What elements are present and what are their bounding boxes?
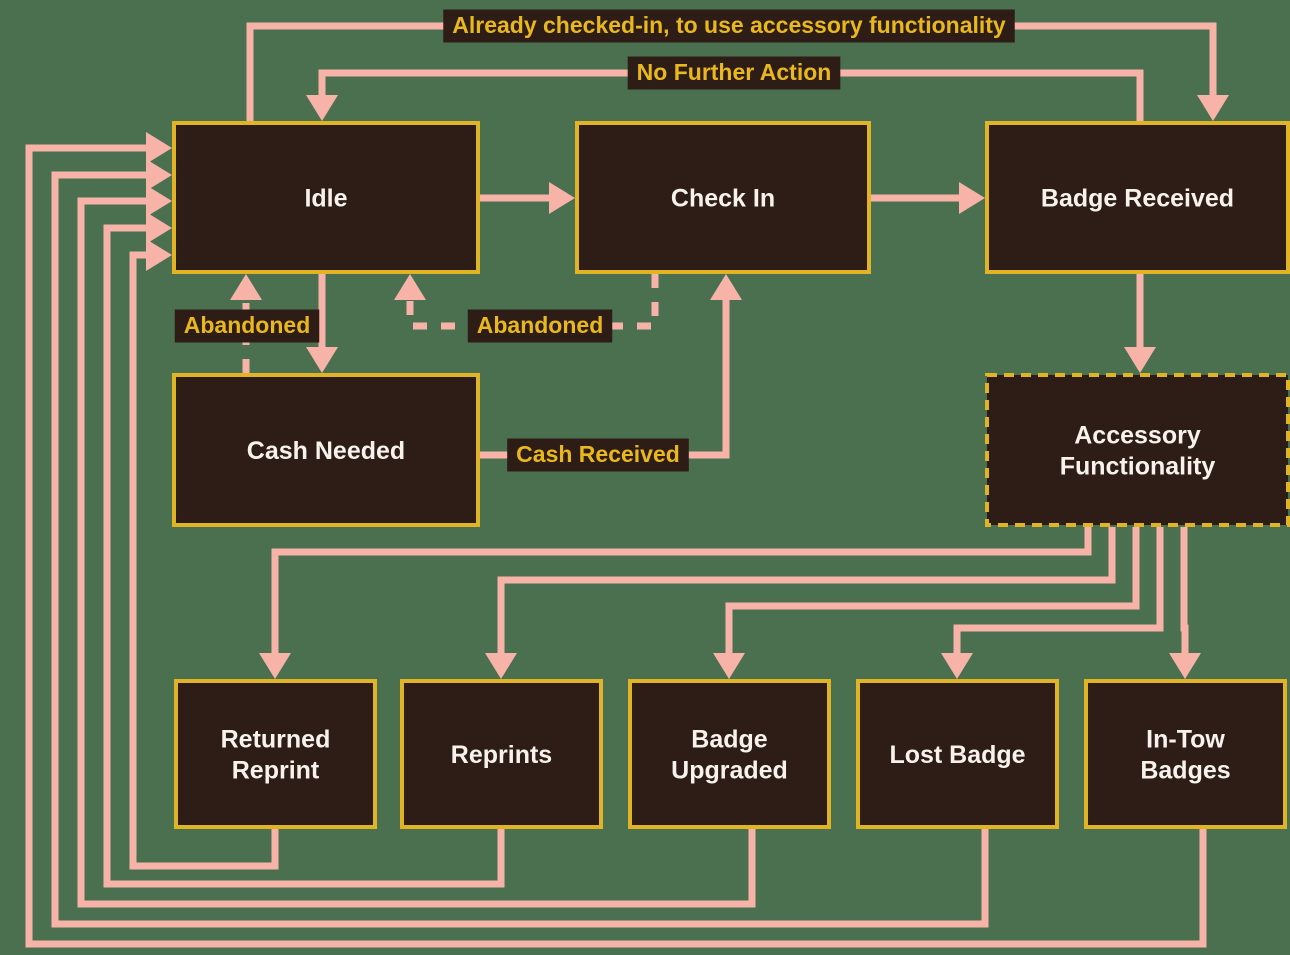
state-node-box-upgraded	[628, 679, 831, 829]
arrowhead-accessory-to-reprints	[485, 653, 517, 679]
state-node-accessory[interactable]: Accessory Functionality	[985, 373, 1290, 527]
edge-label-cash-received: Cash Received	[507, 438, 689, 472]
state-node-lost[interactable]: Lost Badge	[856, 679, 1059, 829]
state-node-upgraded[interactable]: Badge Upgraded	[628, 679, 831, 829]
edge-accessory-to-lost	[953, 527, 1164, 653]
arrowhead-idle-to-cash	[306, 347, 338, 373]
state-node-badge[interactable]: Badge Received	[985, 121, 1290, 274]
state-node-intow[interactable]: In-Tow Badges	[1084, 679, 1287, 829]
edge-label-already-checked-in: Already checked-in, to use accessory fun…	[443, 9, 1015, 43]
state-node-label-reprints: Reprints	[451, 741, 552, 769]
state-node-label-returned: Reprint	[232, 757, 320, 785]
arrowhead-badge-to-idle	[306, 95, 338, 121]
arrowhead-upgraded-to-idle	[146, 185, 172, 217]
state-node-returned[interactable]: Returned Reprint	[174, 679, 377, 829]
state-node-label-upgraded: Badge	[691, 726, 768, 754]
arrowhead-returned-to-idle	[146, 239, 172, 271]
state-node-idle[interactable]: Idle	[172, 121, 480, 274]
arrowhead-checkin-to-badge	[959, 182, 985, 214]
arrowhead-cash-to-idle	[230, 274, 262, 300]
state-node-cash[interactable]: Cash Needed	[172, 373, 480, 527]
edge-accessory-to-returned	[271, 527, 1092, 653]
arrowhead-accessory-to-returned	[259, 653, 291, 679]
arrowhead-accessory-to-lost	[941, 653, 973, 679]
arrowhead-reprints-to-idle	[146, 212, 172, 244]
arrowhead-checkin-to-idle	[394, 274, 426, 300]
state-node-label-upgraded: Upgraded	[671, 757, 788, 785]
state-node-label-idle: Idle	[304, 185, 347, 213]
state-diagram-canvas: Idle Check In Badge Received Cash Needed Acc…	[0, 0, 1290, 955]
nodes-layer: Idle Check In Badge Received Cash Needed Acc…	[172, 121, 1290, 829]
arrowhead-idle-to-badge	[1197, 95, 1229, 121]
edge-label-text-cash-received: Cash Received	[516, 441, 680, 467]
state-node-box-returned	[174, 679, 377, 829]
state-node-label-accessory: Functionality	[1060, 453, 1216, 481]
state-node-label-lost: Lost Badge	[889, 741, 1025, 769]
state-diagram: Idle Check In Badge Received Cash Needed Acc…	[25, 9, 1290, 948]
edge-accessory-to-upgraded	[725, 527, 1140, 653]
edge-label-abandoned-cash: Abandoned	[174, 309, 320, 343]
state-node-label-badge: Badge Received	[1041, 185, 1234, 213]
edge-label-text-abandoned-checkin: Abandoned	[477, 312, 604, 338]
arrowhead-badge-to-accessory	[1124, 347, 1156, 373]
state-node-label-intow: In-Tow	[1146, 726, 1225, 754]
edge-label-abandoned-checkin: Abandoned	[467, 309, 613, 343]
state-node-reprints[interactable]: Reprints	[400, 679, 603, 829]
arrowhead-lost-to-idle	[146, 159, 172, 191]
state-node-checkin[interactable]: Check In	[575, 121, 871, 274]
arrowhead-cash-to-checkin	[710, 274, 742, 300]
edge-label-text-no-further-action: No Further Action	[637, 59, 832, 85]
state-node-label-intow: Badges	[1140, 757, 1230, 785]
arrowhead-idle-to-checkin	[549, 182, 575, 214]
edge-accessory-to-reprints	[497, 527, 1116, 653]
state-node-label-accessory: Accessory	[1074, 422, 1201, 450]
state-node-label-checkin: Check In	[671, 185, 775, 213]
arrowhead-accessory-to-upgraded	[713, 653, 745, 679]
edge-label-text-abandoned-cash: Abandoned	[184, 312, 311, 338]
state-node-box-intow	[1084, 679, 1287, 829]
state-node-label-returned: Returned	[221, 726, 331, 754]
state-node-label-cash: Cash Needed	[247, 437, 405, 465]
arrowhead-accessory-to-intow	[1169, 653, 1201, 679]
edge-label-text-already-checked-in: Already checked-in, to use accessory fun…	[452, 12, 1006, 38]
edge-accessory-to-intow	[1180, 527, 1189, 653]
edge-label-no-further-action: No Further Action	[627, 56, 841, 90]
state-node-box-accessory	[985, 373, 1290, 527]
arrowhead-intow-to-idle	[146, 132, 172, 164]
